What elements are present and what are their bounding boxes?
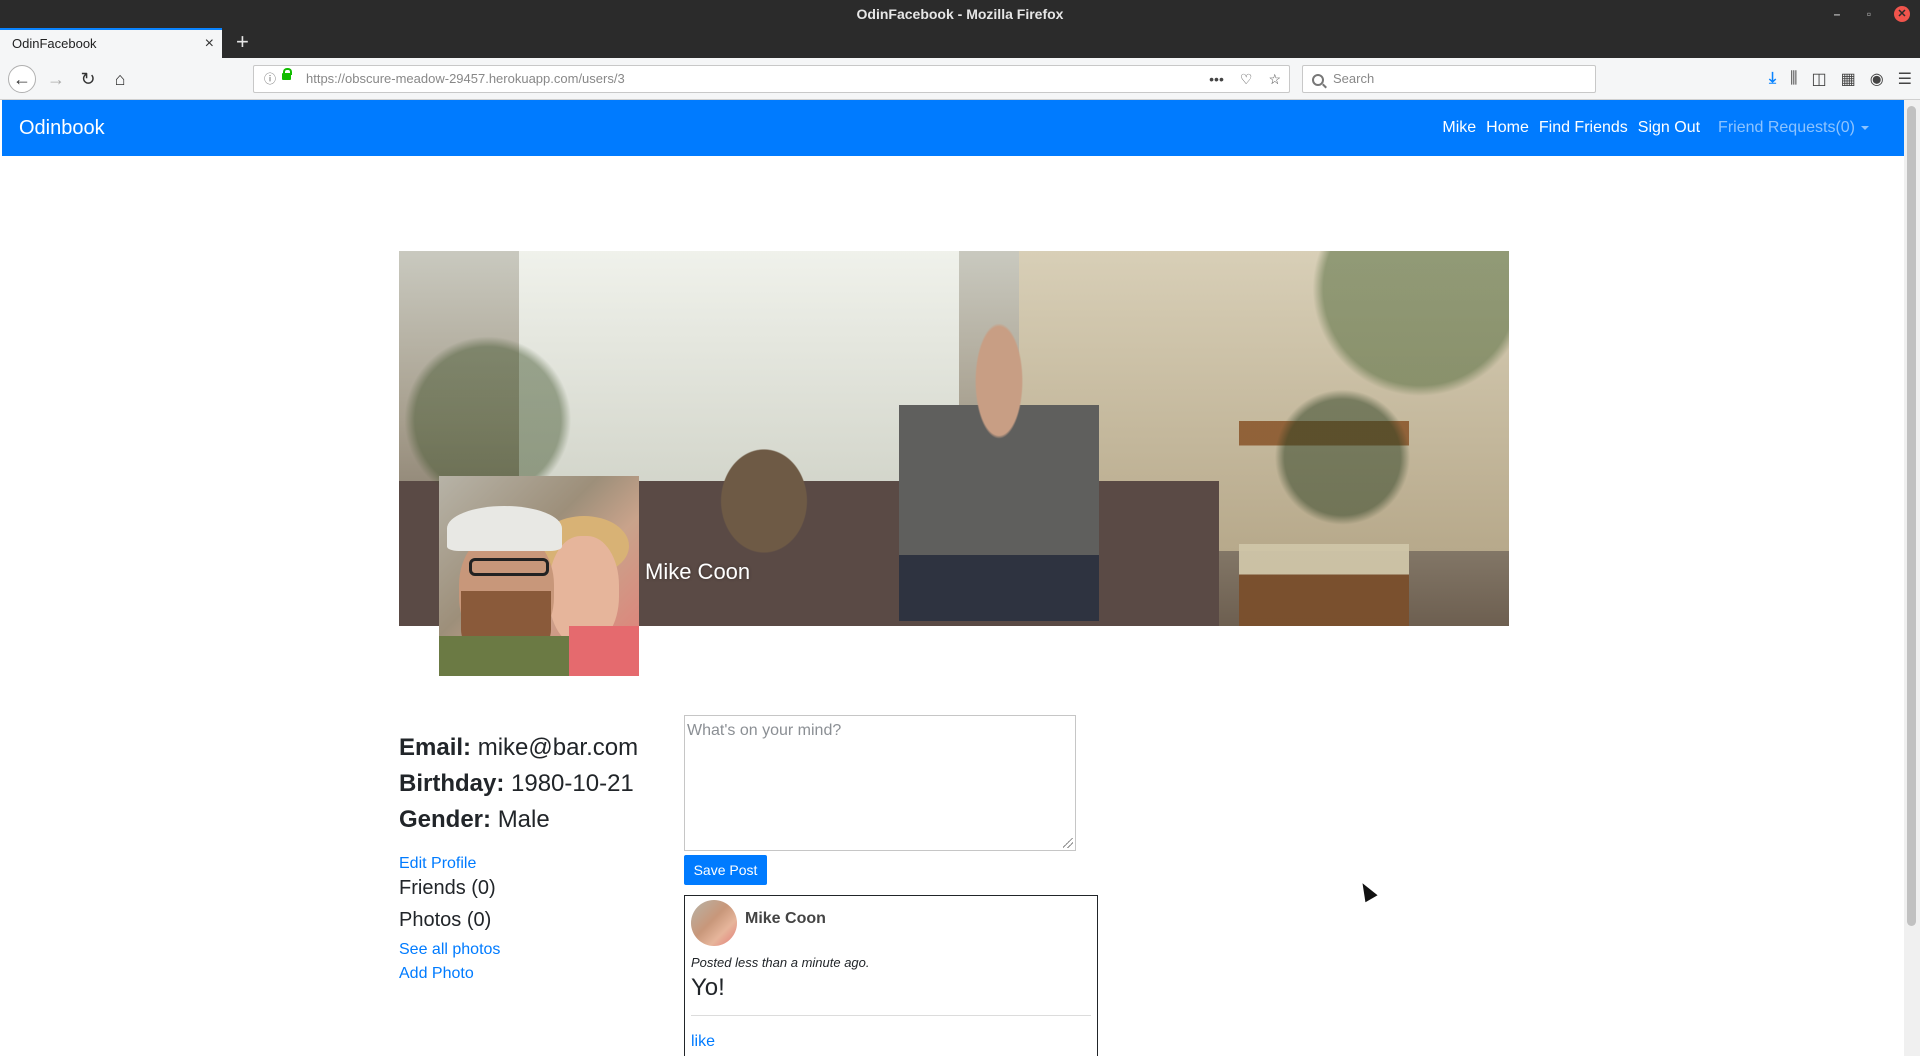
search-input[interactable]: Search (1302, 65, 1596, 93)
profile-avatar (439, 476, 639, 676)
nav-link-find-friends[interactable]: Find Friends (1539, 119, 1628, 137)
url-path: /users/3 (578, 71, 625, 86)
friend-requests-label: Friend Requests(0) (1718, 119, 1855, 136)
post-textarea[interactable]: What's on your mind? (684, 715, 1076, 851)
like-link[interactable]: like (691, 1033, 715, 1051)
photos-count: Photos (0) (399, 909, 492, 931)
avatar-glasses (469, 558, 549, 576)
post-body: Yo! (691, 974, 725, 1001)
add-photo-link[interactable]: Add Photo (399, 965, 500, 983)
toolbar-right: ⤓ ⫼ ◫ ▦ ◉ ☰ (1769, 58, 1912, 100)
post-placeholder: What's on your mind? (687, 722, 842, 739)
see-all-photos-link[interactable]: See all photos (399, 941, 500, 965)
profile-links: Edit Profile Friends (0) Photos (0) See … (399, 855, 500, 983)
close-window-icon[interactable]: ✕ (1894, 6, 1910, 22)
page-actions-icon[interactable]: ••• (1209, 66, 1224, 92)
tab-title: OdinFacebook (12, 36, 97, 51)
gender-row: Gender: Male (399, 802, 638, 838)
forward-arrow-icon[interactable]: → (42, 58, 70, 100)
tab-close-icon[interactable]: × (205, 30, 214, 58)
sidebar-icon[interactable]: ◫ (1811, 69, 1826, 89)
url-bar[interactable]: ⓘ https://obscure-meadow-29457.herokuapp… (253, 65, 1290, 93)
gender-value: Male (497, 806, 550, 833)
edit-profile-link[interactable]: Edit Profile (399, 855, 500, 877)
gender-label: Gender: (399, 806, 492, 833)
window-controls: – ▫ ✕ (1830, 0, 1910, 28)
lock-icon (282, 68, 292, 80)
account-icon[interactable]: ◉ (1870, 69, 1884, 89)
scrollbar-thumb[interactable] (1907, 106, 1916, 926)
reload-icon[interactable]: ↻ (74, 58, 102, 100)
post-author[interactable]: Mike Coon (745, 910, 826, 928)
search-placeholder: Search (1333, 71, 1375, 86)
url-text: https://obscure-meadow-29457.herokuapp.c… (306, 66, 625, 92)
resize-handle-icon[interactable] (1063, 838, 1073, 848)
pocket-icon[interactable]: ♡ (1240, 66, 1253, 92)
url-actions: ••• ♡ ☆ (1209, 66, 1281, 92)
birthday-row: Birthday: 1980-10-21 (399, 766, 638, 802)
site-info-icon[interactable]: ⓘ (264, 66, 276, 92)
email-row: Email: mike@bar.com (399, 730, 638, 766)
nav-links: Mike Home Find Friends Sign Out Friend R… (1442, 100, 1869, 156)
back-arrow-icon[interactable]: ← (8, 65, 36, 93)
menu-icon[interactable]: ☰ (1898, 69, 1912, 89)
app-navbar: Odinbook Mike Home Find Friends Sign Out… (2, 100, 1904, 156)
mouse-cursor-icon (1356, 879, 1378, 903)
window-title: OdinFacebook - Mozilla Firefox (856, 6, 1064, 22)
download-icon[interactable]: ⤓ (1769, 70, 1776, 88)
nav-link-sign-out[interactable]: Sign Out (1638, 119, 1700, 137)
tab-strip: OdinFacebook × + (0, 28, 1920, 58)
avatar-shirt-2 (569, 626, 639, 676)
email-label: Email: (399, 734, 472, 761)
avatar-hat (447, 506, 562, 551)
post-divider (691, 1015, 1091, 1016)
brand-link[interactable]: Odinbook (19, 100, 105, 156)
friends-count: Friends (0) (399, 877, 496, 899)
browser-toolbar: ← → ↻ ⌂ ⓘ https://obscure-meadow-29457.h… (0, 58, 1920, 100)
window-titlebar: OdinFacebook - Mozilla Firefox – ▫ ✕ (0, 0, 1920, 28)
browser-tab[interactable]: OdinFacebook × (0, 28, 222, 58)
extension-icon[interactable]: ▦ (1841, 69, 1856, 89)
profile-info: Email: mike@bar.com Birthday: 1980-10-21… (399, 730, 638, 838)
nav-link-profile[interactable]: Mike (1442, 119, 1476, 137)
save-post-button[interactable]: Save Post (684, 855, 767, 885)
maximize-icon[interactable]: ▫ (1862, 0, 1876, 28)
birthday-label: Birthday: (399, 770, 505, 797)
bookmark-star-icon[interactable]: ☆ (1268, 66, 1281, 92)
friend-requests-dropdown[interactable]: Friend Requests(0) (1718, 119, 1869, 137)
page-scrollbar[interactable] (1904, 100, 1920, 1056)
post-card: Mike Coon Posted less than a minute ago.… (684, 895, 1098, 1056)
post-author-avatar[interactable] (691, 900, 737, 946)
home-icon[interactable]: ⌂ (106, 58, 134, 100)
birthday-value: 1980-10-21 (511, 770, 634, 797)
new-tab-icon[interactable]: + (236, 28, 249, 56)
url-host: https://obscure-meadow-29457.herokuapp.c… (306, 71, 579, 86)
profile-name: Mike Coon (645, 559, 751, 584)
page-viewport: Odinbook Mike Home Find Friends Sign Out… (2, 100, 1904, 1056)
post-timestamp: Posted less than a minute ago. (691, 955, 870, 970)
minimize-icon[interactable]: – (1830, 0, 1844, 28)
nav-link-home[interactable]: Home (1486, 119, 1529, 137)
search-icon (1312, 74, 1324, 86)
caret-down-icon (1861, 125, 1869, 130)
email-value: mike@bar.com (477, 734, 639, 761)
library-icon[interactable]: ⫼ (1790, 70, 1797, 88)
